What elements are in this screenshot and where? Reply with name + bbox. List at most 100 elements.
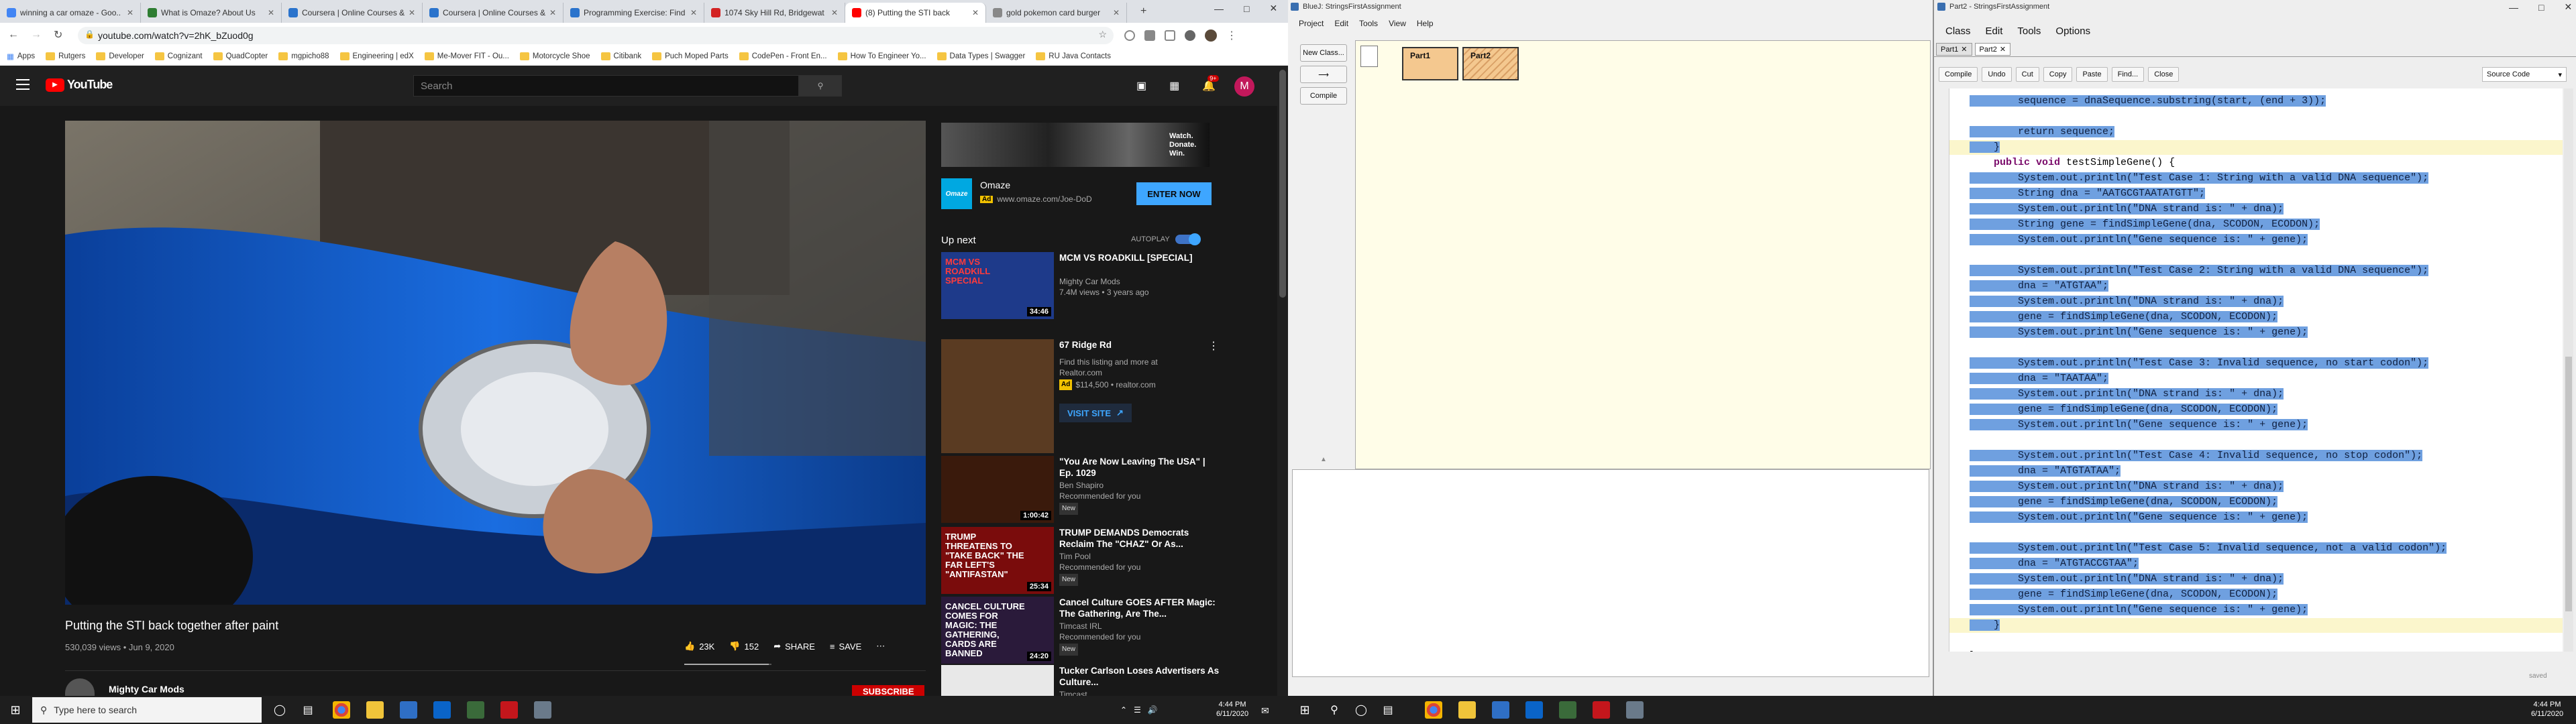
tab-close-icon[interactable]: ✕ <box>2000 45 2006 54</box>
clock-left[interactable]: 4:44 PM 6/11/2020 <box>1214 700 1250 719</box>
bookmark-item[interactable]: CodePen - Front En... <box>739 52 827 60</box>
omaze-banner-ad[interactable]: Watch. Donate. Win. <box>941 123 1210 167</box>
channel-name[interactable]: Mighty Car Mods <box>109 684 184 695</box>
bookmark-item[interactable]: How To Engineer Yo... <box>837 52 926 60</box>
bookmark-item[interactable]: Citibank <box>600 52 641 60</box>
bluej-menu-item[interactable]: Tools <box>1359 19 1378 28</box>
bookmark-item[interactable]: ▦ Apps <box>7 52 35 61</box>
bookmark-item[interactable]: Rutgers <box>46 52 85 60</box>
apps-grid-icon[interactable]: ▦ <box>1169 79 1179 93</box>
more-actions-icon[interactable]: ⋯ <box>876 641 885 652</box>
editor-find-button[interactable]: Find... <box>2111 67 2145 82</box>
omaze-logo[interactable]: Omaze <box>941 178 972 209</box>
video-thumbnail[interactable]: CANCEL CULTURE COMES FOR MAGIC: THE GATH… <box>941 597 1054 664</box>
browser-tab[interactable]: Coursera | Online Courses & ✕ <box>282 3 423 23</box>
extension-icon[interactable] <box>1165 30 1175 41</box>
taskbar-search-box[interactable]: ⚲ Type here to search <box>32 697 262 723</box>
profile-avatar[interactable] <box>1205 29 1217 42</box>
tab-close-icon[interactable]: ✕ <box>268 8 274 17</box>
more-options-icon[interactable]: ⋮ <box>1208 339 1219 353</box>
search-button[interactable]: ⚲ <box>799 75 842 97</box>
video-title[interactable]: Tucker Carlson Loses Advertisers As Cult… <box>1059 665 1220 688</box>
object-bench[interactable] <box>1292 469 1929 677</box>
visit-site-button[interactable]: VISIT SITE ↗ <box>1059 404 1132 422</box>
bookmark-item[interactable]: RU Java Contacts <box>1036 52 1111 60</box>
netflix-icon[interactable] <box>500 701 518 719</box>
editor-menu-item[interactable]: Class <box>1945 25 1971 37</box>
extension-icon[interactable] <box>1185 30 1195 41</box>
video-channel[interactable]: Timcast IRL <box>1059 621 1102 631</box>
task-view-icon[interactable]: ▤ <box>1379 701 1397 719</box>
youtube-logo[interactable]: ▶ YouTube <box>46 78 113 92</box>
save-button[interactable]: ≡ SAVE <box>830 642 861 652</box>
minimize-button[interactable]: — <box>1214 3 1224 14</box>
bluej-menu-item[interactable]: Project <box>1299 19 1324 28</box>
up-next-item[interactable]: 67 Ridge Rd Find this listing and more at… <box>941 339 1223 453</box>
close-window-button[interactable]: ✕ <box>2564 1 2572 13</box>
video-title[interactable]: Cancel Culture GOES AFTER Magic: The Gat… <box>1059 597 1220 619</box>
cortana-icon[interactable]: ◯ <box>271 701 288 719</box>
up-next-item[interactable]: CANCEL CULTURE COMES FOR MAGIC: THE GATH… <box>941 597 1223 669</box>
editor-menu-item[interactable]: Options <box>2055 25 2090 37</box>
editor-menu-item[interactable]: Edit <box>1986 25 2003 37</box>
maximize-button[interactable]: □ <box>2538 2 2544 13</box>
create-video-icon[interactable]: ▣ <box>1136 79 1146 93</box>
notifications-bell-icon[interactable]: 🔔 9+ <box>1202 75 1219 93</box>
subscribe-button[interactable]: SUBSCRIBE <box>852 685 924 697</box>
editor-copy-button[interactable]: Copy <box>2043 67 2073 82</box>
notifications-icon[interactable]: ✉ <box>1261 705 1269 717</box>
outlook-icon[interactable] <box>433 701 451 719</box>
clock-right[interactable]: 4:44 PM 6/11/2020 <box>2529 700 2565 719</box>
tab-close-icon[interactable]: ✕ <box>409 8 415 17</box>
windows-start-icon[interactable]: ⊞ <box>1297 703 1312 717</box>
cortana-icon[interactable]: ◯ <box>1352 701 1370 719</box>
video-channel[interactable]: Tim Pool <box>1059 551 1091 562</box>
youtube-search-input[interactable]: Search <box>413 75 799 97</box>
bookmark-item[interactable]: Engineering | edX <box>339 52 414 60</box>
app-icon[interactable] <box>534 701 551 719</box>
browser-tab[interactable]: Programming Exercise: Find ✕ <box>564 3 704 23</box>
bluej-compile-button[interactable]: Compile <box>1300 87 1347 105</box>
browser-tab[interactable]: winning a car omaze - Goo.. ✕ <box>0 3 141 23</box>
video-channel[interactable]: Mighty Car Mods <box>1059 276 1120 287</box>
back-icon[interactable]: ← <box>8 29 19 41</box>
video-thumbnail[interactable]: TRUMP THREATENS TO "TAKE BACK" THE FAR L… <box>941 527 1054 594</box>
up-next-item[interactable]: 1:00:42 "You Are Now Leaving The USA" | E… <box>941 456 1223 528</box>
search-icon[interactable]: ⚲ <box>1326 701 1343 719</box>
bookmark-item[interactable]: mgpicho88 <box>278 52 329 60</box>
bookmark-item[interactable]: QuadCopter <box>213 52 268 60</box>
scroll-up-arrow-icon[interactable]: ▲ <box>1320 456 1327 463</box>
video-thumbnail[interactable] <box>941 339 1054 453</box>
new-class-button[interactable]: New Class... <box>1300 44 1347 62</box>
chrome-menu-icon[interactable]: ⋮ <box>1226 29 1237 42</box>
extension-icon[interactable] <box>1124 30 1135 41</box>
package-file-icon[interactable] <box>1360 46 1378 67</box>
class-part2[interactable]: Part2 <box>1462 47 1519 80</box>
bookmark-item[interactable]: Motorcycle Shoe <box>519 52 590 60</box>
store-icon[interactable] <box>1492 701 1509 719</box>
tab-close-icon[interactable]: ✕ <box>549 8 556 17</box>
dislike-button[interactable]: 👎 152 <box>729 641 759 652</box>
bluej-menu-item[interactable]: Help <box>1417 19 1434 28</box>
bluej-menu-item[interactable]: Edit <box>1334 19 1348 28</box>
task-view-icon[interactable]: ▤ <box>299 701 317 719</box>
youtube-avatar[interactable]: M <box>1234 76 1254 97</box>
browser-tab[interactable]: What is Omaze? About Us ✕ <box>141 3 282 23</box>
editor-undo-button[interactable]: Undo <box>1982 67 2012 82</box>
video-thumbnail[interactable] <box>941 665 1054 696</box>
bookmark-item[interactable]: Puch Moped Parts <box>652 52 729 60</box>
reload-icon[interactable]: ↻ <box>54 28 62 42</box>
editor-close-button[interactable]: Close <box>2148 67 2180 82</box>
windows-start-icon[interactable]: ⊞ <box>8 703 23 717</box>
editor-tab[interactable]: Part2 ✕ <box>1974 43 2011 56</box>
video-thumbnail[interactable]: MCM VS ROADKILL SPECIAL 34:46 <box>941 252 1054 319</box>
address-bar[interactable]: 🔒 youtube.com/watch?v=2hK_bZuod0g ☆ <box>78 27 1114 44</box>
video-channel[interactable]: Find this listing and more at Realtor.co… <box>1059 357 1200 378</box>
share-button[interactable]: ➦ SHARE <box>773 641 815 652</box>
video-thumbnail[interactable]: 1:00:42 <box>941 456 1054 523</box>
bookmark-item[interactable]: Cognizant <box>154 52 203 60</box>
video-channel[interactable]: Ben Shapiro <box>1059 480 1104 491</box>
app-icon[interactable] <box>1559 701 1576 719</box>
close-window-button[interactable]: ✕ <box>1269 3 1277 14</box>
enter-now-button[interactable]: ENTER NOW <box>1136 182 1212 205</box>
